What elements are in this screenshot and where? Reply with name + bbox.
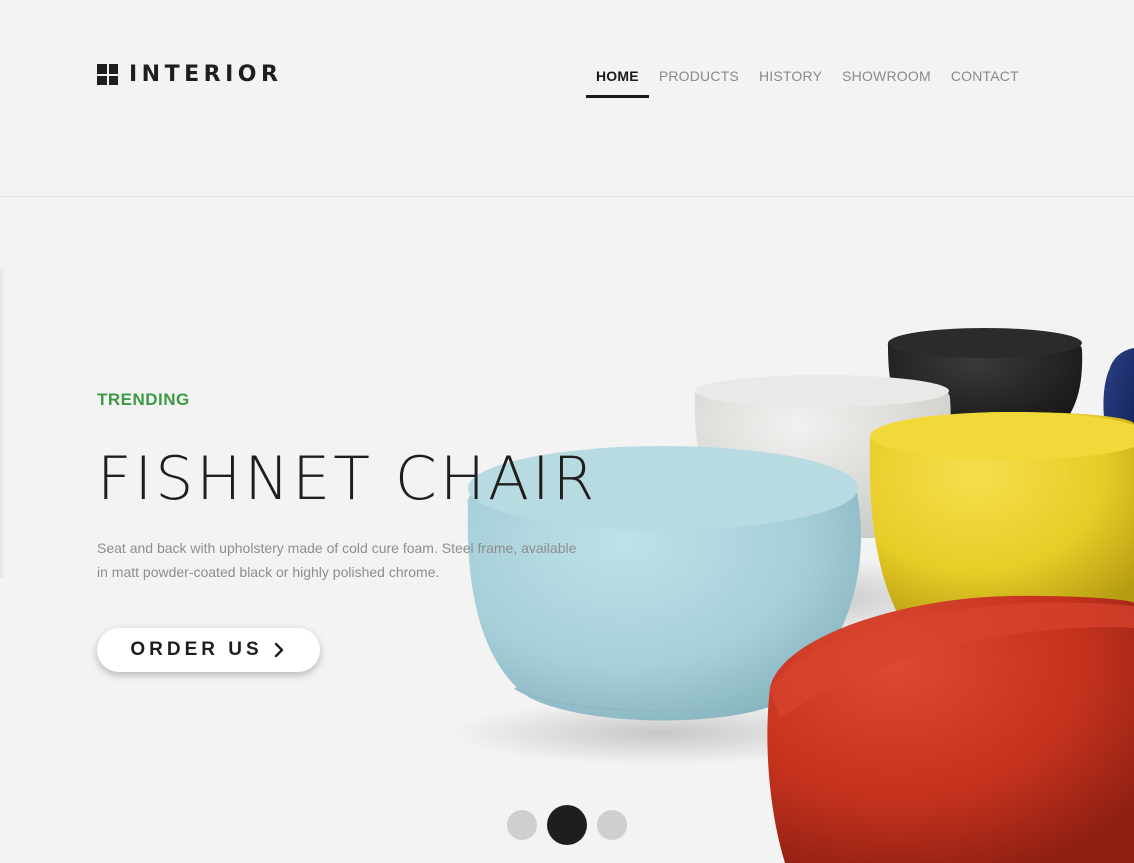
site-header: INTERIOR HOME PRODUCTS HISTORY SHOWROOM … [0,0,1134,197]
yellow-pouf [869,412,1134,618]
logo-grid-icon [97,64,118,85]
slider-dot-1[interactable] [507,810,537,840]
logo-text: INTERIOR [129,62,283,87]
hero-title: FISHNET CHAIR [97,444,598,514]
main-nav: HOME PRODUCTS HISTORY SHOWROOM CONTACT [586,56,1029,98]
slider-dot-3[interactable] [597,810,627,840]
slider-dot-2[interactable] [547,805,587,845]
nav-item-showroom[interactable]: SHOWROOM [832,56,941,98]
hero-text: TRENDING FISHNET CHAIR Seat and back wit… [97,390,617,672]
chevron-right-icon [274,642,283,658]
hero-slider: TRENDING FISHNET CHAIR Seat and back wit… [0,198,1134,863]
nav-item-products[interactable]: PRODUCTS [649,56,749,98]
hero-description: Seat and back with upholstery made of co… [97,540,577,580]
nav-item-home[interactable]: HOME [586,56,649,98]
slider-pagination [507,805,627,845]
nav-item-history[interactable]: HISTORY [749,56,832,98]
nav-item-contact[interactable]: CONTACT [941,56,1029,98]
logo[interactable]: INTERIOR [97,62,283,87]
hero-eyebrow: TRENDING [97,390,190,409]
order-us-label: ORDER US [130,639,263,660]
order-us-button[interactable]: ORDER US [97,628,320,672]
page: INTERIOR HOME PRODUCTS HISTORY SHOWROOM … [0,0,1134,863]
